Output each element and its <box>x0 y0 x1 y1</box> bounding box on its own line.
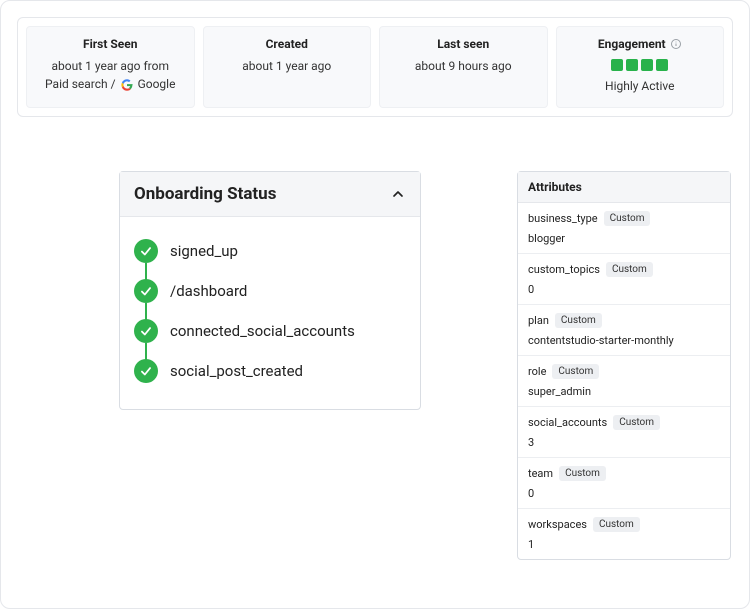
attribute-row: business_type Custom blogger <box>518 203 730 254</box>
check-icon <box>134 359 158 383</box>
attr-value: 0 <box>528 283 720 296</box>
step-label: connected_social_accounts <box>170 322 355 340</box>
source-prefix: Paid search / <box>45 77 116 91</box>
first-seen-line1: about 1 year ago from <box>52 57 169 75</box>
onboarding-panel: Onboarding Status signed_up <box>119 171 421 410</box>
onboarding-body: signed_up /dashboard connected_social_ac… <box>120 217 420 409</box>
onboarding-header[interactable]: Onboarding Status <box>120 172 420 217</box>
stat-title: Engagement <box>598 37 682 51</box>
step-label: social_post_created <box>170 362 303 380</box>
attr-value: contentstudio-starter-monthly <box>528 334 720 347</box>
attr-key: custom_topics <box>528 263 600 276</box>
engagement-level: Highly Active <box>605 77 674 95</box>
stat-last-seen: Last seen about 9 hours ago <box>379 26 548 108</box>
last-seen-value: about 9 hours ago <box>415 57 512 75</box>
attributes-title: Attributes <box>518 172 730 203</box>
stat-title: Last seen <box>437 37 489 51</box>
attribute-row: workspaces Custom 1 <box>518 509 730 559</box>
stat-title: First Seen <box>83 37 137 51</box>
attr-key: role <box>528 365 546 378</box>
source-name: Google <box>138 77 176 91</box>
step-label: signed_up <box>170 242 238 260</box>
attribute-row: social_accounts Custom 3 <box>518 407 730 458</box>
page-container: First Seen about 1 year ago from Paid se… <box>0 0 750 609</box>
attr-value: blogger <box>528 232 720 245</box>
attribute-row: role Custom super_admin <box>518 356 730 407</box>
onboarding-step: /dashboard <box>134 271 406 311</box>
stat-created: Created about 1 year ago <box>203 26 372 108</box>
engagement-title-text: Engagement <box>598 37 666 51</box>
info-icon[interactable] <box>670 38 682 50</box>
custom-badge: Custom <box>606 262 653 277</box>
attr-key: business_type <box>528 212 598 225</box>
attr-value: super_admin <box>528 385 720 398</box>
onboarding-step: connected_social_accounts <box>134 311 406 351</box>
custom-badge: Custom <box>559 466 606 481</box>
google-icon <box>121 79 133 91</box>
attr-key: plan <box>528 314 549 327</box>
attributes-panel: Attributes business_type Custom blogger … <box>517 171 731 560</box>
custom-badge: Custom <box>555 313 602 328</box>
stat-engagement: Engagement Highly Active <box>556 26 725 108</box>
first-seen-source: Paid search / Google <box>45 75 175 93</box>
onboarding-steps: signed_up /dashboard connected_social_ac… <box>134 231 406 391</box>
onboarding-title: Onboarding Status <box>134 184 276 204</box>
check-icon <box>134 319 158 343</box>
engagement-level-bars <box>611 59 668 71</box>
chevron-up-icon[interactable] <box>390 186 406 202</box>
custom-badge: Custom <box>593 517 640 532</box>
attr-value: 3 <box>528 436 720 449</box>
attribute-row: team Custom 0 <box>518 458 730 509</box>
attr-key: social_accounts <box>528 416 607 429</box>
attr-key: workspaces <box>528 518 587 531</box>
stat-title: Created <box>266 37 308 51</box>
onboarding-step: social_post_created <box>134 351 406 391</box>
attr-value: 1 <box>528 538 720 551</box>
attribute-row: plan Custom contentstudio-starter-monthl… <box>518 305 730 356</box>
attr-value: 0 <box>528 487 720 500</box>
check-icon <box>134 239 158 263</box>
custom-badge: Custom <box>604 211 651 226</box>
attribute-row: custom_topics Custom 0 <box>518 254 730 305</box>
created-value: about 1 year ago <box>242 57 331 75</box>
check-icon <box>134 279 158 303</box>
custom-badge: Custom <box>613 415 660 430</box>
attr-key: team <box>528 467 553 480</box>
onboarding-step: signed_up <box>134 231 406 271</box>
stat-first-seen: First Seen about 1 year ago from Paid se… <box>26 26 195 108</box>
custom-badge: Custom <box>552 364 599 379</box>
stats-row: First Seen about 1 year ago from Paid se… <box>17 17 733 117</box>
step-label: /dashboard <box>170 282 247 300</box>
